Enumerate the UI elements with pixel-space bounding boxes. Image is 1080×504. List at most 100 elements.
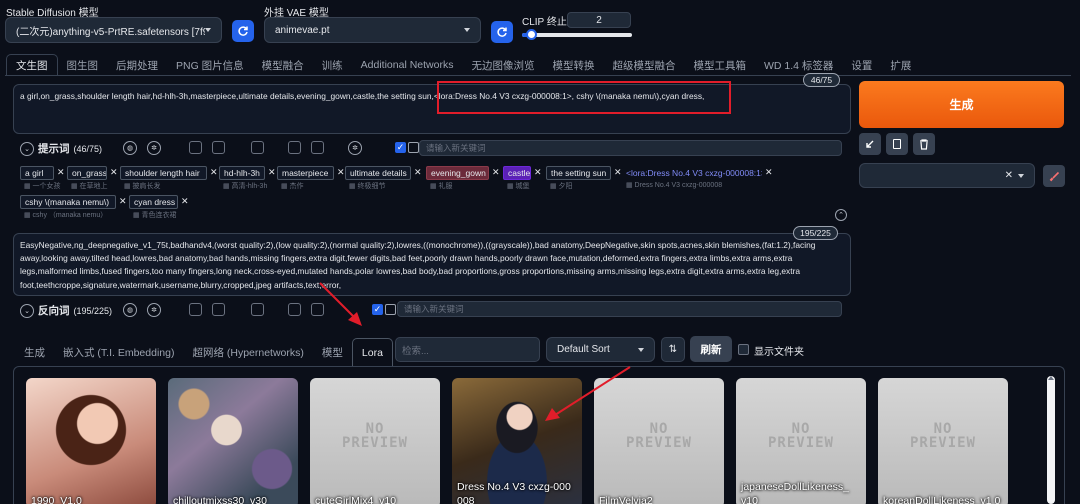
- tag-chip[interactable]: on_grass: [67, 166, 107, 180]
- remove-tag-icon[interactable]: ✕: [765, 167, 773, 178]
- scroll-up-arrow[interactable]: [1048, 376, 1054, 380]
- extra-tab-2[interactable]: 超网络 (Hypernetworks): [183, 338, 312, 366]
- tag-chip[interactable]: cshy \(manaka nemu\): [20, 195, 116, 209]
- remove-tag-icon[interactable]: ✕: [119, 196, 127, 207]
- extra-tab-4[interactable]: Lora: [351, 338, 393, 366]
- lora-search-input[interactable]: 检索...: [395, 337, 540, 362]
- tag-chip[interactable]: masterpiece: [277, 166, 334, 180]
- extra-tab-1[interactable]: 嵌入式 (T.I. Embedding): [54, 338, 183, 366]
- lora-card[interactable]: NO PREVIEW cuteGirlMix4_v10: [310, 378, 440, 504]
- negative-label-row[interactable]: ⌄ 反向词 (195/225): [20, 303, 112, 318]
- refresh-button[interactable]: 刷新: [690, 336, 732, 362]
- globe-icon[interactable]: ◍: [123, 141, 137, 155]
- tab-4[interactable]: 模型融合: [253, 54, 313, 76]
- keyword-input[interactable]: 请输入新关键词: [419, 140, 842, 156]
- remove-tag-icon[interactable]: ✕: [210, 167, 218, 178]
- generate-button[interactable]: 生成: [859, 81, 1064, 128]
- remove-tag-icon[interactable]: ✕: [337, 167, 345, 178]
- tab-3[interactable]: PNG 图片信息: [167, 54, 253, 76]
- edit-style-button[interactable]: [1043, 165, 1065, 187]
- remove-tag-icon[interactable]: ✕: [57, 167, 65, 178]
- remove-tag-icon[interactable]: ✕: [181, 196, 189, 207]
- tag-translation: ▦ 礼服: [430, 183, 453, 190]
- negative-keyword-toggle[interactable]: [385, 304, 396, 315]
- tag-chip[interactable]: hd-hlh-3h: [219, 166, 265, 180]
- clipboard-button[interactable]: [886, 133, 908, 155]
- lora-card[interactable]: Dress No.4 V3 cxzg-000 008: [452, 378, 582, 504]
- tab-0[interactable]: 文生图: [6, 54, 58, 76]
- negative-keyword-input[interactable]: 请输入新关键词: [397, 301, 842, 317]
- clip-number-input[interactable]: 2: [567, 12, 631, 28]
- gear-icon[interactable]: ✲: [147, 141, 161, 155]
- remove-tag-icon[interactable]: ✕: [614, 167, 622, 178]
- copy-icon[interactable]: [288, 141, 301, 154]
- table-icon[interactable]: [251, 303, 264, 316]
- lora-card[interactable]: NO PREVIEW japaneseDollLikeness_ v10: [736, 378, 866, 504]
- tab-8[interactable]: 模型转换: [543, 54, 603, 76]
- sort-select[interactable]: Default Sort: [546, 337, 655, 362]
- tag-chip[interactable]: a girl: [20, 166, 54, 180]
- export-icon[interactable]: [212, 141, 225, 154]
- negative-textarea[interactable]: EasyNegative,ng_deepnegative_v1_75t,badh…: [13, 233, 851, 296]
- remove-tag-icon[interactable]: ✕: [414, 167, 422, 178]
- remove-tag-icon[interactable]: ✕: [268, 167, 276, 178]
- globe-icon[interactable]: ◍: [123, 303, 137, 317]
- tag-chip[interactable]: evening_gown: [426, 166, 489, 180]
- tab-13[interactable]: 扩展: [881, 54, 920, 76]
- scrollbar[interactable]: [1047, 376, 1055, 504]
- tab-6[interactable]: Additional Networks: [352, 54, 463, 76]
- lora-card[interactable]: 1990_V1.0: [26, 378, 156, 504]
- vae-select[interactable]: animevae.pt: [264, 17, 481, 43]
- negative-text: EasyNegative,ng_deepnegative_v1_75t,badh…: [20, 240, 816, 290]
- lora-card[interactable]: chilloutmixss30_v30: [168, 378, 298, 504]
- lora-card[interactable]: NO PREVIEW FilmVelvia2: [594, 378, 724, 504]
- tag-chip[interactable]: castle: [503, 166, 531, 180]
- sort-direction-button[interactable]: ⇅: [661, 337, 685, 362]
- clear-icon[interactable]: ✕: [1005, 170, 1013, 181]
- keyword-checkbox[interactable]: ✓: [395, 142, 406, 153]
- prompt-label-row[interactable]: ⌄ 提示词 (46/75): [20, 141, 102, 156]
- extra-tab-0[interactable]: 生成: [15, 338, 54, 366]
- gear-icon[interactable]: ✲: [147, 303, 161, 317]
- tab-9[interactable]: 超级模型融合: [603, 54, 684, 76]
- remove-tag-icon[interactable]: ✕: [492, 167, 500, 178]
- refresh-vae-button[interactable]: [491, 21, 513, 43]
- collapse-icon[interactable]: ⌄: [20, 141, 34, 156]
- clip-slider[interactable]: [522, 29, 632, 40]
- lora-card[interactable]: NO PREVIEW koreanDollLikeness_v1 0: [878, 378, 1008, 504]
- tag-chip[interactable]: shoulder length hair: [120, 166, 207, 180]
- history-icon[interactable]: [189, 141, 202, 154]
- tag-chip[interactable]: ultimate details: [345, 166, 411, 180]
- tag-chip[interactable]: the setting sun: [546, 166, 611, 180]
- styles-select[interactable]: ✕: [859, 163, 1035, 188]
- export-icon[interactable]: [212, 303, 225, 316]
- sd-model-value: (二次元)anything-v5-PrtRE.safetensors [7f96…: [16, 26, 205, 38]
- tab-10[interactable]: 模型工具箱: [684, 54, 755, 76]
- tab-2[interactable]: 后期处理: [107, 54, 167, 76]
- arrow-button[interactable]: [859, 133, 881, 155]
- tab-12[interactable]: 设置: [842, 54, 881, 76]
- copy-icon[interactable]: [288, 303, 301, 316]
- keyword-toggle[interactable]: [408, 142, 419, 153]
- tab-5[interactable]: 训练: [313, 54, 352, 76]
- history-icon[interactable]: [189, 303, 202, 316]
- settings-icon[interactable]: ✲: [348, 141, 362, 155]
- trash-icon[interactable]: [311, 141, 324, 154]
- collapse-icon[interactable]: ⌄: [20, 303, 34, 318]
- show-dirs-checkbox[interactable]: [738, 344, 749, 355]
- chevron-up-icon[interactable]: ⌃: [835, 209, 847, 221]
- negative-keyword-checkbox[interactable]: ✓: [372, 304, 383, 315]
- remove-tag-icon[interactable]: ✕: [534, 167, 542, 178]
- tag-chip[interactable]: cyan dress: [129, 195, 178, 209]
- trash-icon[interactable]: [311, 303, 324, 316]
- tab-7[interactable]: 无边图像浏览: [462, 54, 543, 76]
- remove-tag-icon[interactable]: ✕: [110, 167, 118, 178]
- tag-chip[interactable]: <lora:Dress No.4 V3 cxzg-000008:1>: [622, 166, 762, 180]
- table-icon[interactable]: [251, 141, 264, 154]
- sd-model-select[interactable]: (二次元)anything-v5-PrtRE.safetensors [7f96…: [5, 17, 222, 43]
- extra-tab-3[interactable]: 模型: [313, 338, 352, 366]
- clip-slider-handle[interactable]: [525, 29, 537, 40]
- tab-1[interactable]: 图生图: [58, 54, 108, 76]
- refresh-model-button[interactable]: [232, 20, 254, 42]
- trash-button[interactable]: [913, 133, 935, 155]
